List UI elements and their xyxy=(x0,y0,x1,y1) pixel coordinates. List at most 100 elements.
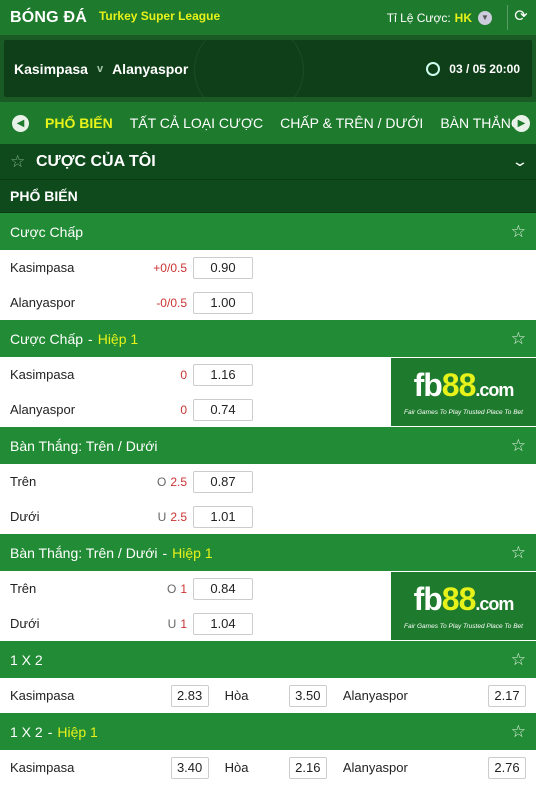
bet-type-tabs: ◀ PHỔ BIẾN TẤT CẢ LOẠI CƯỢC CHẤP & TRÊN … xyxy=(0,102,536,144)
away-cell: Alanyaspor 2.76 xyxy=(343,756,526,779)
chevron-right-icon[interactable]: ▶ xyxy=(513,114,530,132)
handicap-value: 0 xyxy=(180,402,187,417)
market-header[interactable]: 1 X 2 - Hiệp 1 ☆ xyxy=(0,713,536,750)
market-title: Bàn Thắng: Trên / Dưới xyxy=(10,437,158,454)
odds-type-value: HK xyxy=(454,10,472,25)
selection-name: Kasimpasa xyxy=(10,367,75,382)
my-bets-title: CƯỢC CỦA TÔI xyxy=(36,152,156,170)
odds-button[interactable]: 0.74 xyxy=(193,398,253,421)
match-header: Kasimpasa v Alanyaspor 03 / 05 20:00 xyxy=(0,35,536,102)
odds-button[interactable]: 3.40 xyxy=(170,756,209,779)
handicap-value: -0/0.5 xyxy=(156,295,187,310)
home-cell: Kasimpasa 2.83 xyxy=(10,684,209,707)
market-title: Cược Chấp xyxy=(10,330,84,347)
market-header[interactable]: Bàn Thắng: Trên / Dưới - Hiệp 1 ☆ xyxy=(0,534,536,571)
half-label: Hiệp 1 xyxy=(57,723,98,740)
selection-name: Kasimpasa xyxy=(10,760,75,775)
odds-button[interactable]: 2.16 xyxy=(288,756,327,779)
chevron-left-icon[interactable]: ◀ xyxy=(12,114,29,132)
selection-name: Alanyaspor xyxy=(10,295,76,310)
sport-title: BÓNG ĐÁ xyxy=(10,8,87,26)
odds-button[interactable]: 2.17 xyxy=(488,684,526,707)
odds-button[interactable]: 0.87 xyxy=(193,470,253,493)
market-header[interactable]: Bàn Thắng: Trên / Dưới ☆ xyxy=(0,427,536,464)
away-cell: Alanyaspor 2.17 xyxy=(343,684,526,707)
market-header[interactable]: Cược Chấp - Hiệp 1 ☆ xyxy=(0,320,536,357)
star-icon[interactable]: ☆ xyxy=(511,650,526,670)
odds-button[interactable]: 1.00 xyxy=(193,291,253,314)
odds-button[interactable]: 0.84 xyxy=(193,577,253,600)
fb88-banner[interactable]: fb88.com Fair Games To Play Trusted Plac… xyxy=(391,572,536,640)
fb88-logo: fb88.com xyxy=(413,366,515,403)
my-bets-bar[interactable]: ☆ CƯỢC CỦA TÔI ⌄ xyxy=(0,144,536,180)
clock-icon xyxy=(426,61,440,76)
chevron-down-icon[interactable]: ▼ xyxy=(478,10,492,25)
odds-button[interactable]: 2.83 xyxy=(170,684,209,707)
handicap-value: +0/0.5 xyxy=(153,260,187,275)
market-over-under-half1: Trên O1 0.84 Dưới U1 1.04 fb88.com Fair … xyxy=(0,571,536,641)
versus-label: v xyxy=(96,62,104,75)
market-row: Trên O 2.5 0.87 xyxy=(0,464,536,499)
odds-button[interactable]: 0.90 xyxy=(193,256,253,279)
line-value: U 2.5 xyxy=(157,509,187,524)
selection-name: Alanyaspor xyxy=(10,402,76,417)
market-handicap: Kasimpasa +0/0.5 0.90 Alanyaspor -0/0.5 … xyxy=(0,250,536,320)
chevron-down-icon[interactable]: ⌄ xyxy=(511,153,529,170)
market-handicap-half1: Kasimpasa 0 1.16 Alanyaspor 0 0.74 fb88.… xyxy=(0,357,536,427)
odds-button[interactable]: 1.16 xyxy=(193,363,253,386)
star-icon[interactable]: ☆ xyxy=(511,543,526,563)
fb88-banner[interactable]: fb88.com Fair Games To Play Trusted Plac… xyxy=(391,358,536,426)
selection-name: Trên xyxy=(10,474,37,489)
market-row: Dưới U 2.5 1.01 xyxy=(0,499,536,534)
odds-button[interactable]: 1.04 xyxy=(193,612,253,635)
market-title: 1 X 2 xyxy=(10,723,43,740)
line-value: O 2.5 xyxy=(156,474,187,489)
market-header[interactable]: 1 X 2 ☆ xyxy=(0,641,536,678)
star-icon: ☆ xyxy=(10,151,26,171)
market-title: Bàn Thắng: Trên / Dưới xyxy=(10,544,158,561)
star-icon[interactable]: ☆ xyxy=(511,722,526,742)
selection-name: Hòa xyxy=(224,688,249,703)
tab-goals[interactable]: BÀN THẮNG xyxy=(440,115,521,131)
tab-popular[interactable]: PHỔ BIẾN xyxy=(45,115,113,131)
top-bar: BÓNG ĐÁ Turkey Super League Tỉ Lệ Cược: … xyxy=(0,0,536,35)
handicap-value: 0 xyxy=(180,367,187,382)
line-value: O1 xyxy=(166,581,187,596)
selection-name: Hòa xyxy=(224,760,249,775)
draw-cell: Hòa 3.50 xyxy=(224,684,327,707)
market-row: Alanyaspor -0/0.5 1.00 xyxy=(0,285,536,320)
odds-button[interactable]: 3.50 xyxy=(288,684,327,707)
away-team: Alanyaspor xyxy=(112,60,189,77)
match-bar: Kasimpasa v Alanyaspor 03 / 05 20:00 xyxy=(4,40,532,97)
star-icon[interactable]: ☆ xyxy=(511,436,526,456)
odds-type-selector[interactable]: Tỉ Lệ Cược: HK ▼ xyxy=(386,10,492,25)
half-label: Hiệp 1 xyxy=(172,544,213,561)
selection-name: Trên xyxy=(10,581,37,596)
pitch-graphic xyxy=(194,40,304,97)
title-separator: - xyxy=(47,723,53,740)
selection-name: Kasimpasa xyxy=(10,260,75,275)
odds-type-label: Tỉ Lệ Cược: xyxy=(386,10,451,25)
market-row: Kasimpasa 2.83 Hòa 3.50 Alanyaspor 2.17 xyxy=(0,678,536,713)
market-row: Kasimpasa +0/0.5 0.90 xyxy=(0,250,536,285)
refresh-icon[interactable]: ⟳ xyxy=(512,8,530,26)
section-title: PHỔ BIẾN xyxy=(0,180,536,213)
home-cell: Kasimpasa 3.40 xyxy=(10,756,209,779)
selection-name: Dưới xyxy=(10,509,40,524)
league-name[interactable]: Turkey Super League xyxy=(99,9,220,23)
divider xyxy=(507,5,508,30)
selection-name: Dưới xyxy=(10,616,40,631)
market-header[interactable]: Cược Chấp ☆ xyxy=(0,213,536,250)
market-title: Cược Chấp xyxy=(10,223,84,240)
star-icon[interactable]: ☆ xyxy=(511,329,526,349)
odds-button[interactable]: 2.76 xyxy=(488,756,526,779)
market-over-under: Trên O 2.5 0.87 Dưới U 2.5 1.01 xyxy=(0,464,536,534)
home-team: Kasimpasa xyxy=(14,60,88,77)
line-value: U1 xyxy=(167,616,187,631)
odds-button[interactable]: 1.01 xyxy=(193,505,253,528)
banner-tagline: Fair Games To Play Trusted Place To Bet xyxy=(404,408,523,416)
tab-handicap-over-under[interactable]: CHẤP & TRÊN / DƯỚI xyxy=(280,115,423,131)
star-icon[interactable]: ☆ xyxy=(511,222,526,242)
selection-name: Kasimpasa xyxy=(10,688,75,703)
tab-all-bets[interactable]: TẤT CẢ LOẠI CƯỢC xyxy=(130,115,263,131)
